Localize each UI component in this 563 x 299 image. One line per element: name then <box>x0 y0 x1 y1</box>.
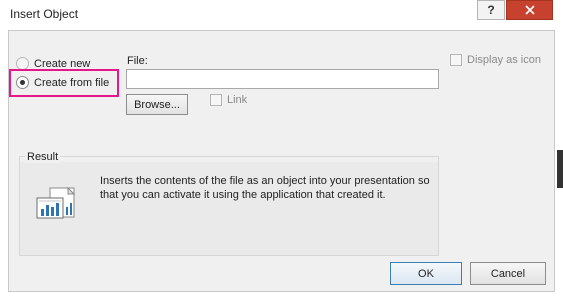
result-label: Result <box>25 151 61 163</box>
embedded-chart-icon <box>36 186 78 224</box>
title-bar: Insert Object ? <box>0 0 563 30</box>
help-icon: ? <box>487 3 495 17</box>
display-as-icon-label: Display as icon <box>467 54 541 66</box>
help-button[interactable]: ? <box>477 0 505 20</box>
display-as-icon-option[interactable]: Display as icon <box>450 54 541 66</box>
create-from-file-radio[interactable] <box>16 76 29 89</box>
file-input[interactable] <box>126 69 439 89</box>
file-label: File: <box>127 55 148 67</box>
background-edge <box>557 150 563 188</box>
link-option[interactable]: Link <box>210 94 247 106</box>
link-label: Link <box>227 94 248 106</box>
close-button[interactable] <box>506 0 553 20</box>
display-as-icon-checkbox[interactable] <box>450 54 462 66</box>
create-from-file-option[interactable]: Create from file <box>16 76 109 89</box>
close-icon <box>524 5 535 15</box>
cancel-button[interactable]: Cancel <box>470 262 546 285</box>
link-checkbox[interactable] <box>210 94 222 106</box>
create-new-label: Create new <box>34 57 91 70</box>
browse-button[interactable]: Browse... <box>126 94 188 115</box>
ok-button[interactable]: OK <box>390 262 462 285</box>
result-description: Inserts the contents of the file as an o… <box>100 175 430 201</box>
create-from-file-label: Create from file <box>34 76 110 89</box>
window-title: Insert Object <box>10 7 79 21</box>
